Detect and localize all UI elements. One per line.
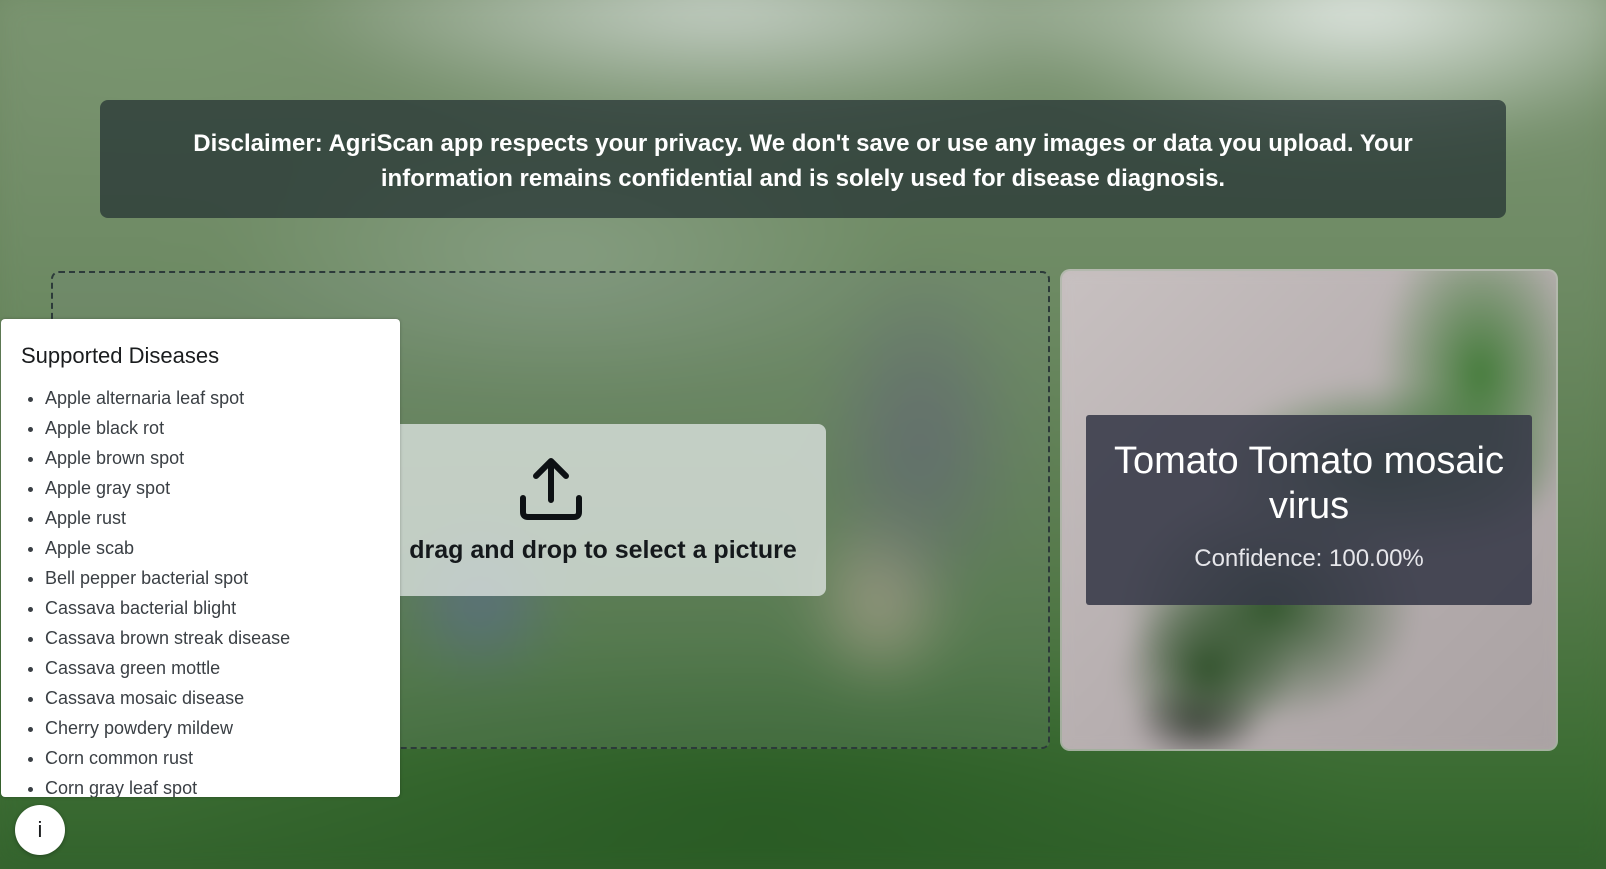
upload-label: drag and drop to select a picture (409, 536, 797, 564)
disease-list-item: Cassava brown streak disease (45, 623, 290, 653)
disease-list-item: Apple black rot (45, 413, 290, 443)
confidence-score: Confidence: 100.00% (1194, 545, 1424, 572)
supported-diseases-panel[interactable]: Supported Diseases Apple alternaria leaf… (1, 319, 400, 797)
disease-list-item: Apple rust (45, 503, 290, 533)
supported-diseases-title: Supported Diseases (21, 343, 220, 368)
predicted-disease: Tomato Tomato mosaic virus (1113, 440, 1505, 527)
disease-list-item: Cassava green mottle (45, 653, 290, 683)
info-button[interactable]: i (15, 805, 65, 855)
upload-prompt[interactable]: drag and drop to select a picture (380, 424, 826, 596)
app-root: Disclaimer: AgriScan app respects your p… (0, 0, 1606, 869)
disclaimer-text: Disclaimer: AgriScan app respects your p… (193, 130, 1413, 192)
disease-list-item: Cassava bacterial blight (45, 593, 290, 623)
privacy-disclaimer: Disclaimer: AgriScan app respects your p… (100, 100, 1506, 218)
disease-list-item: Apple scab (45, 533, 290, 563)
disease-list-item: Cassava mosaic disease (45, 683, 290, 713)
prediction-card: Tomato Tomato mosaic virus Confidence: 1… (1086, 415, 1532, 605)
disease-list-item: Corn gray leaf spot (45, 773, 290, 797)
upload-icon (520, 458, 582, 520)
disease-list-item: Cherry powdery mildew (45, 713, 290, 743)
disease-list-item: Bell pepper bacterial spot (45, 563, 290, 593)
disease-list-item: Corn common rust (45, 743, 290, 773)
disease-list-item: Apple gray spot (45, 473, 290, 503)
disease-list-item: Apple alternaria leaf spot (45, 383, 290, 413)
disease-list-item: Apple brown spot (45, 443, 290, 473)
prediction-panel: Tomato Tomato mosaic virus Confidence: 1… (1062, 271, 1556, 749)
supported-diseases-list: Apple alternaria leaf spotApple black ro… (21, 383, 290, 797)
